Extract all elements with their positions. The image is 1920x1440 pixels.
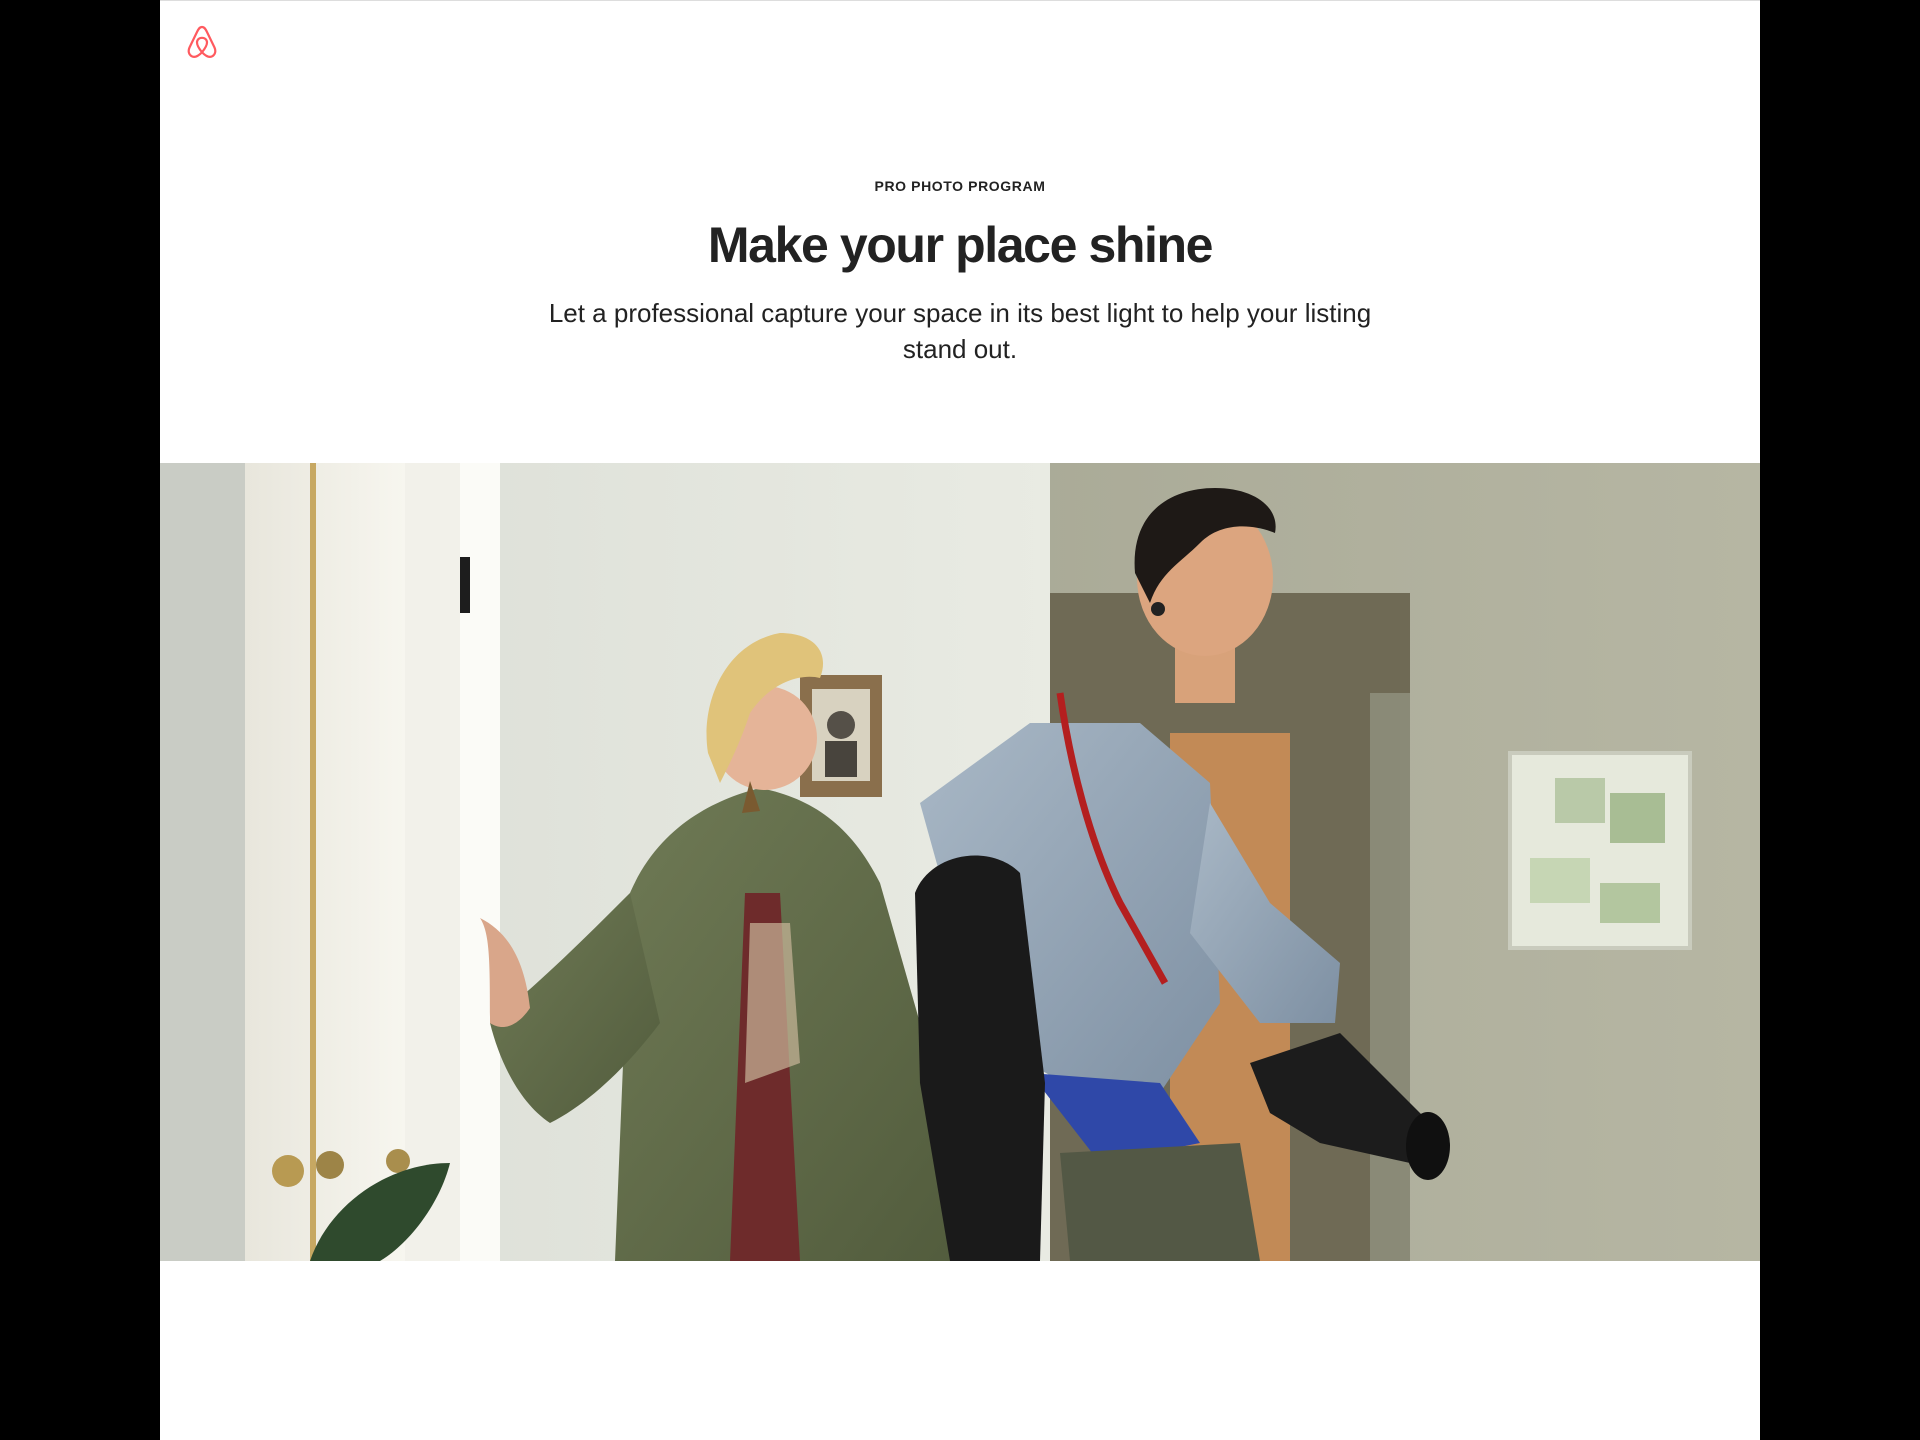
page-subtitle: Let a professional capture your space in… xyxy=(548,298,1372,364)
hero-text: PRO PHOTO PROGRAM Make your place shine … xyxy=(160,177,1760,367)
page-title: Make your place shine xyxy=(707,217,1214,273)
page: PRO PHOTO PROGRAM Make your place shine … xyxy=(160,0,1760,1440)
eyebrow-label: PRO PHOTO PROGRAM xyxy=(874,178,1046,194)
airbnb-logo-svg xyxy=(187,25,217,58)
airbnb-logo-icon[interactable] xyxy=(186,25,218,59)
hero-photo xyxy=(160,463,1760,1261)
hero-photo-illustration xyxy=(160,463,1760,1261)
